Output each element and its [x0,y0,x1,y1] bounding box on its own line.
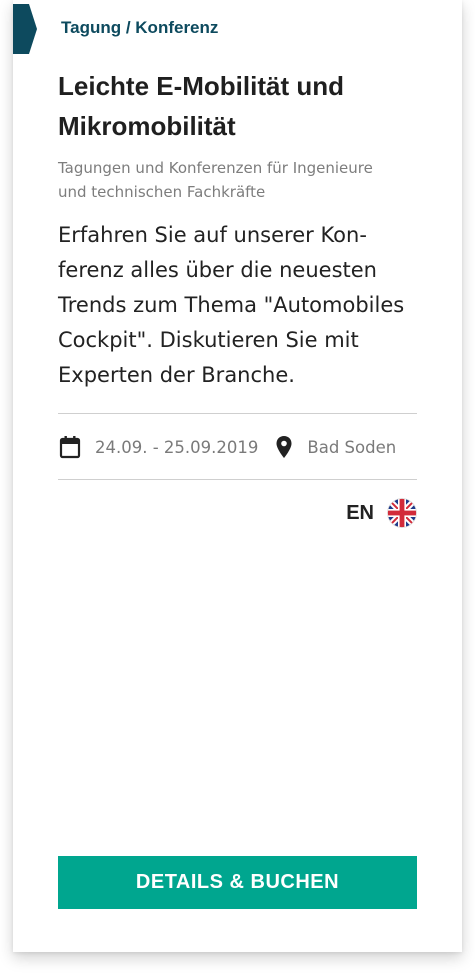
description-line: Trends zum Thema "Automobiles [58,293,405,317]
event-date: 24.09. - 25.09.2019 [95,437,259,457]
uk-flag-icon [387,498,417,528]
description-line: Experten der Branche. [58,363,295,387]
event-description: Erfahren Sie auf unserer Kon- ferenz all… [58,218,418,393]
calendar-icon [58,434,82,460]
description-line: ferenz alles über die neuesten [58,258,377,282]
event-location: Bad Soden [307,437,397,457]
category-label: Tagung / Konferenz [61,18,219,37]
event-card: Tagung / Konferenz Leichte E-Mobilität u… [13,0,462,952]
event-title[interactable]: Leichte E-Mobilität und Mikromobilität [58,66,438,146]
event-meta: 24.09. - 25.09.2019 Bad Soden [58,433,396,461]
divider [58,479,417,480]
event-subtitle-line-1: Tagungen und Konferenzen für Ingenieure [58,159,373,177]
divider [58,413,417,414]
event-subtitle-line-2: und technischen Fachkräfte [58,183,266,201]
description-line: Cockpit". Diskutieren Sie mit [58,328,359,352]
category-marker-icon [13,4,37,54]
description-line: Erfahren Sie auf unserer Kon- [58,223,367,247]
event-subtitle: Tagungen und Konferenzen für Ingenieure … [58,156,438,204]
details-book-button[interactable]: DETAILS & BUCHEN [58,856,417,909]
language-code: EN [346,501,374,524]
event-title-line-1: Leichte E-Mobilität und [58,71,344,101]
event-title-line-2: Mikromobilität [58,111,236,141]
language-indicator: EN [346,496,417,530]
location-pin-icon [272,434,296,460]
